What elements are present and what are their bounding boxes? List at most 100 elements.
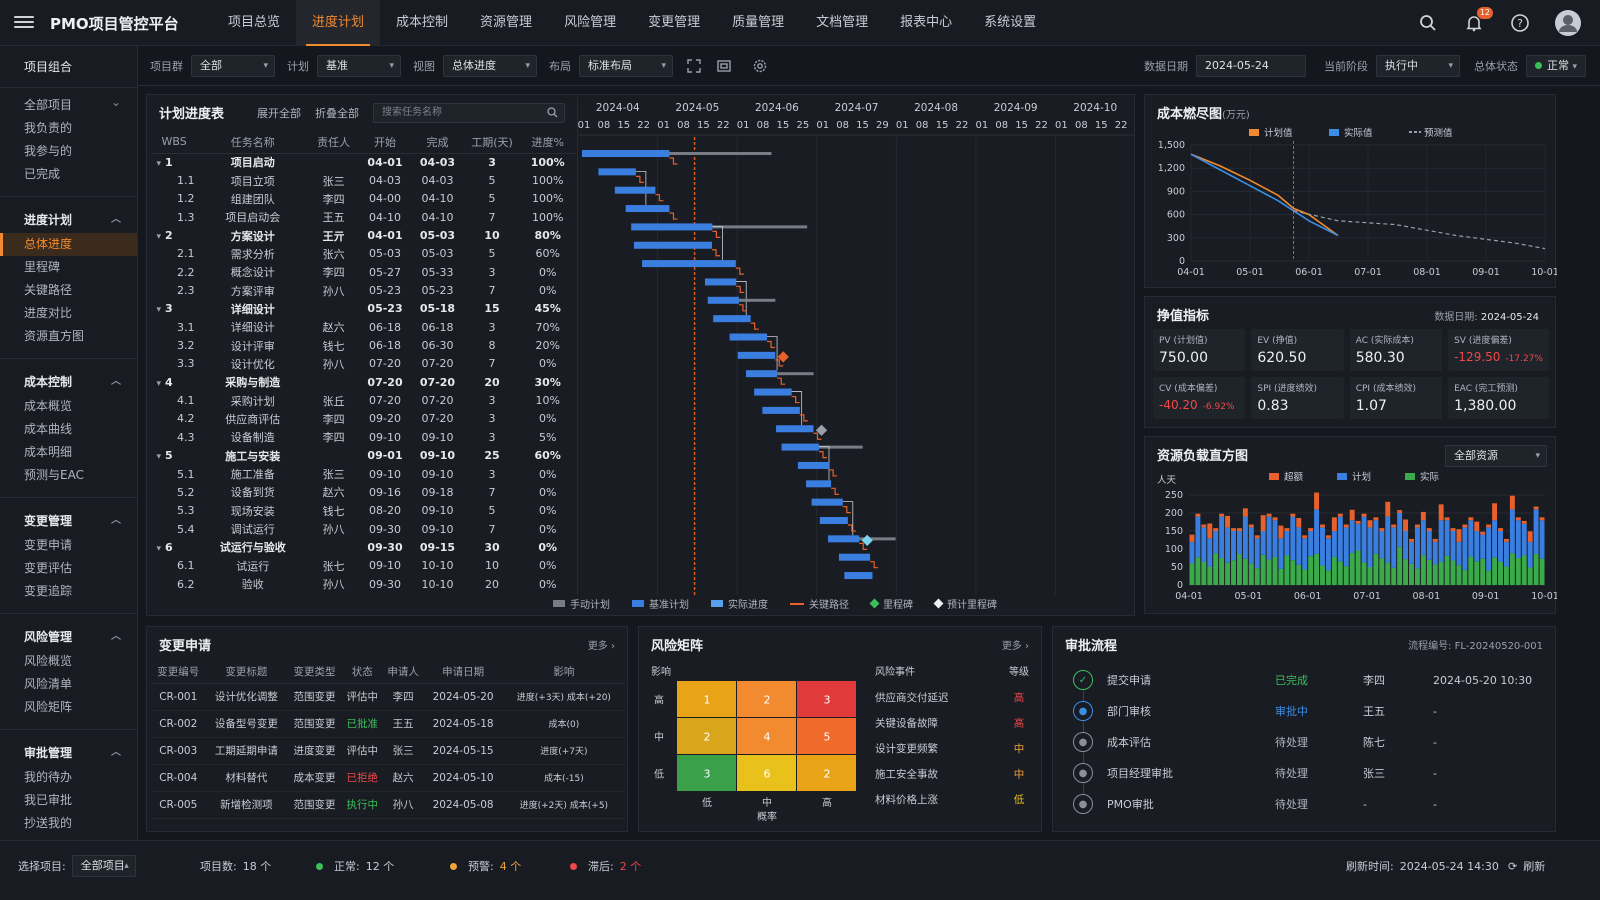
gantt-bar[interactable] <box>811 498 843 506</box>
data-date-input[interactable]: 2024-05-24 <box>1195 54 1306 77</box>
column-header[interactable]: 变更标题 <box>205 661 288 684</box>
gantt-bar[interactable] <box>713 315 751 323</box>
task-row[interactable]: 3.3 设计优化 孙八 07-20 07-20 7 0% <box>151 355 575 373</box>
task-row[interactable]: 5.1 施工准备 张三 09-10 09-10 3 0% <box>151 465 575 483</box>
nav-item[interactable]: 风险管理 <box>548 0 632 46</box>
sidebar-item[interactable]: 我负责的 <box>0 117 137 140</box>
approval-step[interactable]: ● PMO审批 待处理 - - <box>1073 789 1543 819</box>
gantt-bar[interactable] <box>582 150 670 157</box>
gantt-bar[interactable] <box>776 425 814 433</box>
sidebar-item[interactable]: 变更申请 <box>0 534 137 557</box>
task-row[interactable]: ▾ 4 采购与制造 07-20 07-20 20 30% <box>151 373 575 391</box>
screenshot-icon[interactable] <box>715 57 733 75</box>
sidebar-item[interactable]: 风险清单 <box>0 673 137 696</box>
task-row[interactable]: 4.3 设备制造 李四 09-10 09-10 3 5% <box>151 428 575 446</box>
approval-step[interactable]: ✓ 提交申请 已完成 李四 2024-05-20 10:30 <box>1073 665 1543 695</box>
nav-item[interactable]: 质量管理 <box>716 0 800 46</box>
settings-gear-icon[interactable] <box>751 57 769 75</box>
sidebar-group-title[interactable]: 变更管理 ︿ <box>0 508 137 534</box>
task-row[interactable]: ▾ 5 施工与安装 09-01 09-10 25 60% <box>151 447 575 465</box>
column-header[interactable]: 责任人 <box>308 131 359 154</box>
menu-icon[interactable] <box>14 13 34 31</box>
sidebar-item[interactable]: 预测与EAC <box>0 464 137 487</box>
column-header[interactable]: 任务名称 <box>197 131 309 154</box>
task-row[interactable]: 1.1 项目立项 张三 04-03 04-03 5 100% <box>151 171 575 189</box>
sidebar-item[interactable]: 成本曲线 <box>0 418 137 441</box>
sidebar-item[interactable]: 风险概览 <box>0 650 137 673</box>
expand-toggle-icon[interactable]: ▾ <box>151 305 165 315</box>
nav-item[interactable]: 项目总览 <box>212 0 296 46</box>
sidebar-item[interactable]: 成本概览 <box>0 395 137 418</box>
sidebar-item[interactable]: 我参与的 <box>0 140 137 163</box>
gantt-bar[interactable] <box>631 223 713 231</box>
column-header[interactable]: 变更类型 <box>287 661 342 684</box>
task-row[interactable]: 2.2 概念设计 李四 05-27 05-33 3 0% <box>151 263 575 281</box>
column-header[interactable]: 开始 <box>358 131 412 154</box>
collapse-all-button[interactable]: 折叠全部 <box>315 105 359 121</box>
nav-item[interactable]: 报表中心 <box>884 0 968 46</box>
expand-toggle-icon[interactable]: ▾ <box>151 379 165 389</box>
gantt-bar[interactable] <box>838 553 871 561</box>
change-row[interactable]: CR-001 设计优化调整 范围变更 评估中 李四 2024-05-20 进度(+3天) 成… <box>151 683 625 711</box>
nav-item[interactable]: 文档管理 <box>800 0 884 46</box>
risk-event-name[interactable]: 设计变更频繁 <box>875 742 938 755</box>
plan-filter-select[interactable]: 基准 ▾ <box>317 54 401 77</box>
task-row[interactable]: 6.1 试运行 张七 09-10 10-10 10 0% <box>151 557 575 575</box>
sidebar-item[interactable]: 全部项目 ⌄ <box>0 94 137 117</box>
refresh-button[interactable]: ⟳ 刷新 <box>1508 858 1545 874</box>
expand-toggle-icon[interactable]: ▾ <box>151 544 165 554</box>
task-row[interactable]: 6.2 验收 孙八 09-30 10-10 20 0% <box>151 575 575 593</box>
bell-icon[interactable]: 12 <box>1462 7 1493 35</box>
gantt-bar[interactable] <box>762 406 800 414</box>
task-row[interactable]: 1.3 项目启动会 王五 04-10 04-10 7 100% <box>151 208 575 226</box>
task-search-input[interactable]: 搜索任务名称 <box>373 103 565 123</box>
task-row[interactable]: ▾ 6 试运行与验收 09-30 09-15 30 0% <box>151 538 575 556</box>
task-row[interactable]: ▾ 1 项目启动 04-01 04-03 3 100% <box>151 153 575 171</box>
risk-event-name[interactable]: 供应商交付延迟 <box>875 691 949 704</box>
task-row[interactable]: ▾ 2 方案设计 王亓 04-01 05-03 10 80% <box>151 226 575 244</box>
task-row[interactable]: 1.2 组建团队 李四 04-00 04-10 5 100% <box>151 190 575 208</box>
chg-more-link[interactable]: 更多 › <box>588 637 615 652</box>
group-filter-select[interactable]: 全部 ▾ <box>191 54 275 77</box>
task-row[interactable]: 3.2 设计评审 钱七 06-18 06-30 8 20% <box>151 336 575 354</box>
gantt-bar[interactable] <box>633 241 713 249</box>
sidebar-item[interactable]: 变更追踪 <box>0 580 137 603</box>
nav-item[interactable]: 进度计划 <box>296 0 381 46</box>
sidebar-group-title[interactable]: 风险管理 ︿ <box>0 624 137 650</box>
gantt-bar[interactable] <box>797 461 830 469</box>
change-row[interactable]: CR-004 材料替代 成本变更 已拒绝 赵六 2024-05-10 成本(-15) <box>151 764 625 792</box>
fullscreen-icon[interactable] <box>685 57 703 75</box>
sidebar-item[interactable]: 资源直方图 <box>0 325 137 348</box>
sidebar-item[interactable]: 我已审批 <box>0 789 137 812</box>
column-header[interactable]: 申请日期 <box>423 661 503 684</box>
gantt-bar[interactable] <box>614 186 656 194</box>
project-select[interactable]: 全部项目 ▴ <box>71 855 136 877</box>
expand-toggle-icon[interactable]: ▾ <box>151 232 165 242</box>
nav-item[interactable]: 资源管理 <box>464 0 548 46</box>
sidebar-item[interactable]: 抄送我的 <box>0 812 137 835</box>
gantt-bar[interactable] <box>704 278 737 286</box>
nav-item[interactable]: 变更管理 <box>632 0 716 46</box>
layout-filter-select[interactable]: 标准布局 ▾ <box>579 54 673 77</box>
sidebar-item[interactable]: 进度对比 <box>0 302 137 325</box>
gantt-bar[interactable] <box>781 443 819 451</box>
sidebar-item[interactable]: 变更评估 <box>0 557 137 580</box>
task-row[interactable]: 3.1 详细设计 赵六 06-18 06-18 3 70% <box>151 318 575 336</box>
task-row[interactable]: ▾ 3 详细设计 05-23 05-18 15 45% <box>151 300 575 318</box>
sidebar-group-title[interactable]: 成本控制 ︿ <box>0 369 137 395</box>
task-row[interactable]: 5.2 设备到货 赵六 09-16 09-18 7 0% <box>151 483 575 501</box>
nav-item[interactable]: 系统设置 <box>968 0 1052 46</box>
risk-event-name[interactable]: 施工安全事故 <box>875 768 938 781</box>
change-row[interactable]: CR-003 工期延期申请 进度变更 评估中 张三 2024-05-15 进度(+7天) <box>151 737 625 765</box>
change-row[interactable]: CR-002 设备型号变更 范围变更 已批准 王五 2024-05-18 成本(0) <box>151 710 625 738</box>
gantt-bar[interactable] <box>642 260 736 268</box>
sidebar-item[interactable]: 风险矩阵 <box>0 696 137 719</box>
sidebar-item[interactable]: 总体进度 <box>0 233 137 256</box>
task-row[interactable]: 2.1 需求分析 张六 05-03 05-03 5 60% <box>151 245 575 263</box>
risk-event-name[interactable]: 关键设备故障 <box>875 717 938 730</box>
task-row[interactable]: 4.2 供应商评估 李四 09-20 07-20 3 0% <box>151 410 575 428</box>
column-header[interactable]: 申请人 <box>382 661 424 684</box>
gantt-bar[interactable] <box>729 333 768 341</box>
column-header[interactable]: 影响 <box>502 661 625 684</box>
risk-event-name[interactable]: 材料价格上涨 <box>875 793 938 806</box>
